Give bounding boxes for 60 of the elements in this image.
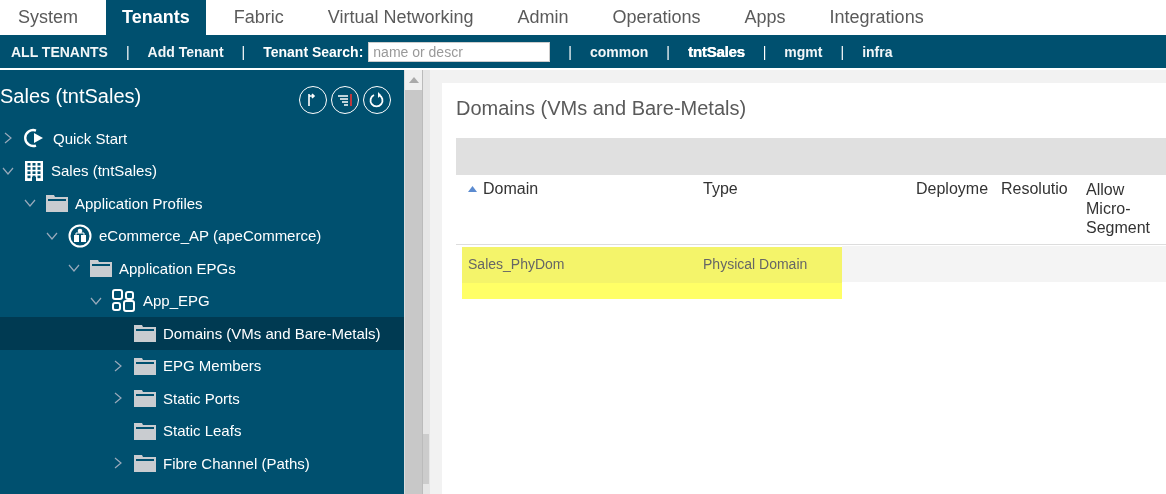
nav-tab[interactable]: Admin bbox=[501, 0, 585, 35]
tree-item[interactable]: Domains (VMs and Bare-Metals) bbox=[0, 317, 404, 350]
tree-item[interactable]: EPG Members bbox=[0, 349, 404, 382]
separator: | bbox=[125, 43, 130, 60]
tenant-link[interactable]: Add Tenant bbox=[147, 43, 224, 60]
folder-icon bbox=[134, 324, 156, 343]
sidebar-title: Sales (tntSales) bbox=[0, 84, 142, 108]
tree-item[interactable]: Static Leafs bbox=[0, 414, 404, 447]
folder-icon bbox=[134, 421, 156, 440]
filter-icon bbox=[336, 93, 353, 107]
tree-item[interactable]: Application Profiles bbox=[0, 187, 404, 220]
splitter-handle[interactable] bbox=[423, 434, 430, 484]
tenant-link[interactable]: common bbox=[589, 43, 649, 60]
page-title: Domains (VMs and Bare-Metals) bbox=[456, 97, 748, 120]
chevron-right-icon[interactable] bbox=[112, 392, 124, 405]
table-cell-text: Sales_PhyDom bbox=[467, 256, 566, 272]
tree-item[interactable]: eCommerce_AP (apeCommerce) bbox=[0, 219, 404, 252]
nav-tab[interactable]: Integrations bbox=[813, 0, 940, 35]
folder-icon bbox=[134, 356, 156, 375]
tree-item[interactable]: Quick Start bbox=[0, 122, 404, 155]
separator: | bbox=[568, 43, 572, 60]
tree-item[interactable]: Fibre Channel (Paths) bbox=[0, 447, 404, 480]
search-label: Tenant Search: bbox=[263, 43, 364, 60]
chevron-right-icon[interactable] bbox=[112, 457, 124, 470]
nav-tab[interactable]: System bbox=[2, 0, 94, 35]
tree-item[interactable]: Sales (tntSales) bbox=[0, 154, 404, 187]
column-header[interactable]: Resolutio bbox=[1001, 180, 1086, 198]
nav-tab[interactable]: Virtual Networking bbox=[311, 0, 490, 35]
tenant-link[interactable]: mgmt bbox=[784, 43, 823, 60]
separator: | bbox=[840, 43, 845, 60]
separator: | bbox=[241, 43, 246, 60]
folder-icon bbox=[90, 259, 112, 278]
chevron-right-icon[interactable] bbox=[2, 132, 14, 145]
epg-icon bbox=[112, 288, 136, 313]
column-header[interactable]: Deployme bbox=[916, 180, 1001, 198]
tenant-link[interactable]: tntSales bbox=[687, 43, 745, 60]
folder-icon bbox=[46, 194, 68, 213]
column-header[interactable]: Domain bbox=[456, 180, 691, 198]
tenant-link[interactable]: ALL TENANTS bbox=[11, 43, 108, 60]
table-cell-text: Physical Domain bbox=[702, 256, 809, 272]
nav-tab[interactable]: Apps bbox=[728, 0, 802, 35]
tree-item[interactable]: Static Ports bbox=[0, 382, 404, 415]
column-header[interactable]: Type bbox=[691, 180, 916, 198]
folder-icon bbox=[134, 389, 156, 408]
chevron-right-icon[interactable] bbox=[112, 359, 124, 372]
building-icon bbox=[24, 159, 44, 182]
tenant-search-field[interactable]: name or descr bbox=[368, 41, 551, 62]
separator: | bbox=[666, 43, 670, 60]
tenant-link[interactable]: infra bbox=[862, 43, 893, 60]
app-profile-icon bbox=[68, 223, 92, 248]
column-header[interactable]: Allow Micro-Segment bbox=[1086, 180, 1166, 238]
nav-tab[interactable]: Fabric bbox=[217, 0, 300, 35]
nav-tab[interactable]: Operations bbox=[596, 0, 717, 35]
separator: | bbox=[762, 43, 767, 60]
scroll-up-icon[interactable] bbox=[408, 77, 419, 83]
nav-tab[interactable]: Tenants bbox=[106, 0, 206, 35]
tree-item[interactable]: Application EPGs bbox=[0, 252, 404, 285]
tree-item[interactable]: App_EPG bbox=[0, 284, 404, 317]
folder-icon bbox=[134, 454, 156, 473]
refresh-icon bbox=[368, 92, 385, 108]
